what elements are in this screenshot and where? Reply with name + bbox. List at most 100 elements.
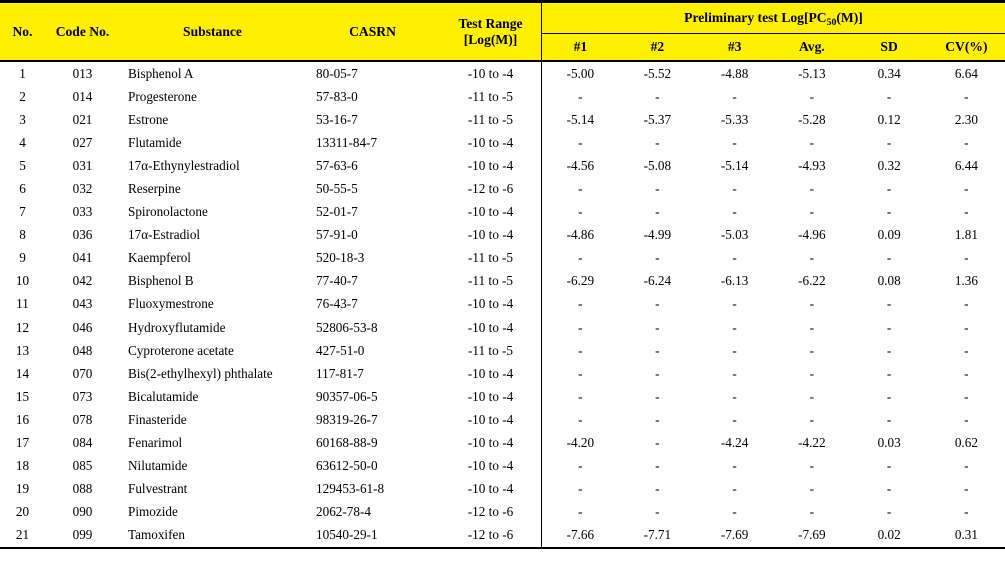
cell-avg: - <box>773 500 851 524</box>
cell-rep3: - <box>696 85 774 109</box>
cell-avg: - <box>773 339 851 363</box>
cell-rep2: - <box>618 246 696 270</box>
cell-code-no: 014 <box>45 85 120 109</box>
cell-avg: - <box>773 177 851 201</box>
cell-sd: 0.03 <box>850 431 928 455</box>
table-row: 10 042 Bisphenol B 77-40-7 -11 to -5 -6.29 -6.… <box>0 269 1005 293</box>
cell-cv: - <box>927 500 1005 524</box>
table-row: 1 013 Bisphenol A 80-05-7 -10 to -4 -5.00 -5.5… <box>0 61 1005 86</box>
cell-casrn: 53-16-7 <box>305 108 440 132</box>
cell-code-no: 070 <box>45 362 120 386</box>
cell-code-no: 084 <box>45 431 120 455</box>
cell-casrn: 10540-29-1 <box>305 523 440 549</box>
cell-cv: - <box>927 385 1005 409</box>
cell-avg: - <box>773 454 851 478</box>
cell-rep3: - <box>696 131 774 155</box>
cell-cv: - <box>927 408 1005 432</box>
cell-test-range: -10 to -4 <box>440 200 542 224</box>
cell-code-no: 042 <box>45 269 120 293</box>
cell-rep1: - <box>540 454 619 478</box>
cell-rep1: -5.00 <box>540 61 619 86</box>
cell-cv: - <box>927 246 1005 270</box>
cell-code-no: 021 <box>45 108 120 132</box>
cell-sd: - <box>850 200 928 224</box>
cell-sd: 0.02 <box>850 523 928 549</box>
cell-substance: Bisphenol A <box>120 61 305 86</box>
column-header-rep1: #1 <box>540 33 619 62</box>
cell-avg: - <box>773 408 851 432</box>
table-row: 9 041 Kaempferol 520-18-3 -11 to -5- - - - - - <box>0 246 1005 270</box>
cell-sd: - <box>850 454 928 478</box>
cell-code-no: 078 <box>45 408 120 432</box>
cell-cv: - <box>927 292 1005 317</box>
column-header-cv: CV(%) <box>927 33 1005 62</box>
cell-no: 14 <box>0 362 45 386</box>
cell-substance: 17α-Ethynylestradiol <box>120 154 305 178</box>
cell-casrn: 520-18-3 <box>305 246 440 270</box>
cell-rep1: - <box>540 292 619 317</box>
cell-substance: 17α-Estradiol <box>120 223 305 247</box>
cell-rep3: -6.13 <box>696 269 774 293</box>
cell-cv: 2.30 <box>927 108 1005 132</box>
cell-test-range: -10 to -4 <box>440 131 542 155</box>
cell-test-range: -11 to -5 <box>440 246 542 270</box>
cell-rep2: - <box>618 85 696 109</box>
cell-rep1: -5.14 <box>540 108 619 132</box>
column-header-test-range: Test Range [Log(M)] <box>440 0 542 62</box>
cell-cv: 0.31 <box>927 523 1005 549</box>
cell-rep1: - <box>540 408 619 432</box>
cell-rep2: - <box>618 200 696 224</box>
table-row: 20 090 Pimozide 2062-78-4 -12 to -6- - - - - - <box>0 500 1005 524</box>
cell-rep1: - <box>540 200 619 224</box>
cell-rep3: -4.88 <box>696 61 774 86</box>
cell-no: 9 <box>0 246 45 270</box>
cell-substance: Tamoxifen <box>120 523 305 549</box>
cell-no: 17 <box>0 431 45 455</box>
cell-no: 5 <box>0 154 45 178</box>
cell-cv: - <box>927 339 1005 363</box>
cell-avg: -5.13 <box>773 61 851 86</box>
cell-casrn: 117-81-7 <box>305 362 440 386</box>
cell-test-range: -11 to -5 <box>440 269 542 293</box>
column-group-header-preliminary-test: Preliminary test Log[PC50(M)] <box>541 0 1005 34</box>
cell-avg: -6.22 <box>773 269 851 293</box>
cell-substance: Fenarimol <box>120 431 305 455</box>
cell-test-range: -11 to -5 <box>440 339 542 363</box>
cell-rep2: - <box>618 454 696 478</box>
cell-casrn: 129453-61-8 <box>305 477 440 501</box>
cell-no: 6 <box>0 177 45 201</box>
cell-casrn: 63612-50-0 <box>305 454 440 478</box>
table-row: 15 073 Bicalutamide 90357-06-5 -10 to -4- - - -… <box>0 385 1005 409</box>
cell-rep1: -7.66 <box>540 523 619 549</box>
table-row: 5 031 17α-Ethynylestradiol 57-63-6 -10 to -4… <box>0 154 1005 178</box>
cell-avg: - <box>773 316 851 340</box>
column-header-code-no: Code No. <box>45 0 120 62</box>
cell-cv: - <box>927 177 1005 201</box>
table-body: 1 013 Bisphenol A 80-05-7 -10 to -4 -5.00 -5.5… <box>0 61 1005 549</box>
cell-rep3: - <box>696 362 774 386</box>
table-row: 7 033 Spironolactone 52-01-7 -10 to -4- - - - - - <box>0 200 1005 224</box>
cell-sd: - <box>850 85 928 109</box>
cell-cv: 6.44 <box>927 154 1005 178</box>
group-header-text-pre: Preliminary test Log[PC <box>684 10 827 25</box>
cell-avg: - <box>773 200 851 224</box>
cell-sd: - <box>850 477 928 501</box>
table-row: 16 078 Finasteride 98319-26-7 -10 to -4- - - - -… <box>0 408 1005 432</box>
cell-rep1: - <box>540 362 619 386</box>
cell-casrn: 80-05-7 <box>305 61 440 86</box>
table-row: 19 088 Fulvestrant 129453-61-8 -10 to -4- - - -… <box>0 477 1005 501</box>
cell-rep3: - <box>696 339 774 363</box>
cell-rep3: - <box>696 385 774 409</box>
cell-sd: - <box>850 408 928 432</box>
cell-avg: - <box>773 477 851 501</box>
cell-substance: Fulvestrant <box>120 477 305 501</box>
cell-sd: - <box>850 177 928 201</box>
cell-rep2: - <box>618 362 696 386</box>
cell-avg: -4.96 <box>773 223 851 247</box>
cell-rep3: - <box>696 246 774 270</box>
cell-casrn: 57-63-6 <box>305 154 440 178</box>
table-row: 2 014 Progesterone 57-83-0 -11 to -5- - - - - - <box>0 85 1005 109</box>
cell-rep2: - <box>618 385 696 409</box>
cell-rep2: - <box>618 408 696 432</box>
cell-casrn: 57-91-0 <box>305 223 440 247</box>
